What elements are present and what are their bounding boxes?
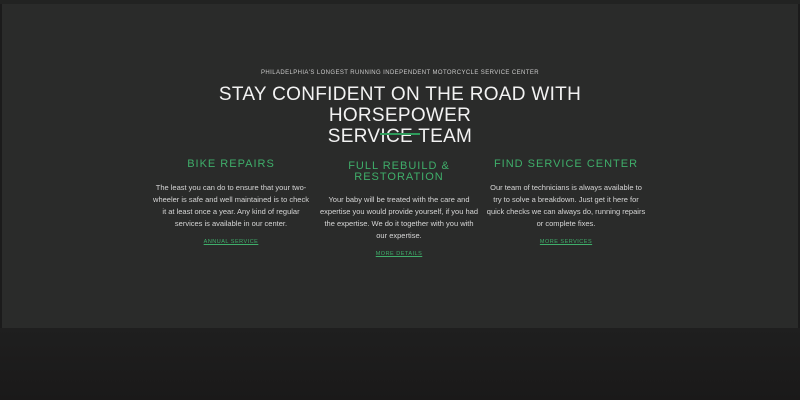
service-column-bike-repairs: BIKE REPAIRS The least you can do to ens…: [151, 159, 311, 248]
service-title: FIND SERVICE CENTER: [493, 158, 639, 170]
more-details-link[interactable]: MORE DETAILS: [376, 251, 423, 257]
hero-title-line-1: STAY CONFIDENT ON THE ROAD WITH HORSEPOW…: [218, 84, 582, 126]
more-services-link[interactable]: MORE SERVICES: [540, 239, 592, 245]
page: PHILADELPHIA'S LONGEST RUNNING INDEPENDE…: [0, 0, 800, 400]
service-description: The least you can do to ensure that your…: [153, 183, 309, 228]
footer: [0, 328, 800, 400]
hero-kicker: PHILADELPHIA'S LONGEST RUNNING INDEPENDE…: [261, 70, 539, 76]
service-column-find-service-center: FIND SERVICE CENTER Our team of technici…: [486, 159, 646, 248]
service-title-line-2: RESTORATION: [354, 171, 444, 183]
title-divider: [380, 133, 420, 135]
service-column-rebuild-restoration: FULL REBUILD & RESTORATION Your baby wil…: [319, 159, 479, 260]
service-description: Your baby will be treated with the care …: [319, 195, 478, 240]
service-title: BIKE REPAIRS: [187, 158, 275, 170]
annual-service-link[interactable]: ANNUAL SERVICE: [204, 239, 259, 245]
service-title: FULL REBUILD & RESTORATION: [319, 161, 479, 183]
service-description: Our team of technicians is always availa…: [486, 183, 646, 228]
hero-title: STAY CONFIDENT ON THE ROAD WITH HORSEPOW…: [150, 84, 650, 147]
hero-title-line-2: SERVICE TEAM: [327, 126, 473, 147]
